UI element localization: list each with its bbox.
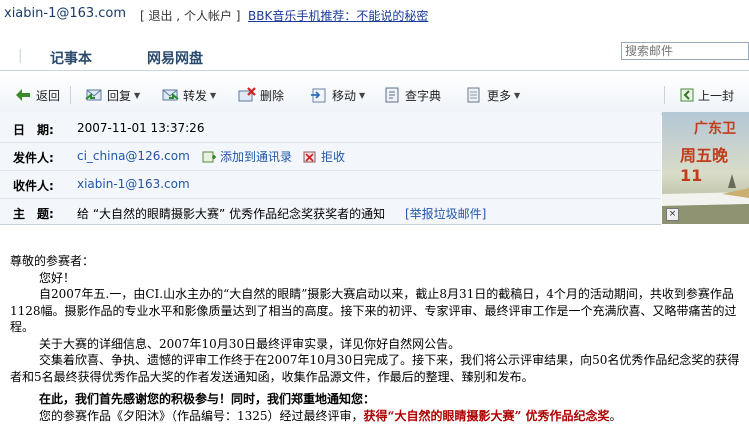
toolbar: 返回 回复 ▼ 转发 ▼ 删除 移动 ▼ 查字典 更多 ▼ 上一封: [0, 74, 749, 115]
toolbar-divider: [70, 86, 71, 104]
date-label: 日 期:: [13, 123, 54, 137]
to-label: 收件人:: [13, 179, 54, 193]
reply-label: 回复: [107, 88, 132, 103]
paragraph-4: 在此，我们首先感谢您的积极参与！同时，我们郑重地通知您：: [39, 392, 376, 406]
chevron-down-icon[interactable]: ▼: [134, 91, 140, 100]
more-button[interactable]: 更多 ▼: [465, 86, 520, 104]
paragraph-1: 自2007年五.一，由CI.山水主办的“大自然的眼睛”摄影大赛启动以来，截止8月…: [10, 287, 737, 334]
back-button[interactable]: 返回: [14, 86, 60, 104]
reply-button[interactable]: 回复 ▼: [85, 86, 140, 104]
reject-icon: [303, 151, 316, 162]
paragraph-3: 交集着欣喜、争执、遗憾的评审工作终于在2007年10月30日完成了。接下来，我们…: [10, 353, 740, 384]
award-text: 获得“大自然的眼睛摄影大赛” 优秀作品纪念奖: [363, 408, 610, 423]
move-button[interactable]: 移动 ▼: [310, 86, 365, 104]
forward-icon: [162, 89, 179, 101]
forward-label: 转发: [183, 88, 208, 103]
chevron-down-icon[interactable]: ▼: [514, 91, 520, 100]
ad-banner[interactable]: 广东卫 周五晚11 ×: [662, 112, 749, 224]
top-bar: xiabin-1@163.com [ 退出 , 个人帐户 ] BBK音乐手机推荐…: [0, 0, 749, 30]
search-input[interactable]: [621, 42, 749, 60]
add-contact-label: 添加到通讯录: [220, 150, 293, 164]
move-icon: [311, 88, 326, 103]
greeting: 尊敬的参赛者：: [10, 254, 95, 268]
add-contact-icon: [202, 151, 216, 162]
chevron-down-icon[interactable]: ▼: [210, 91, 216, 100]
previous-label: 上一封: [698, 88, 735, 103]
add-contact-link[interactable]: 添加到通讯录: [202, 148, 292, 165]
more-label: 更多: [487, 88, 512, 103]
toolbar-divider: [664, 86, 665, 104]
paragraph-5: 您的参赛作品《夕阳沐》（作品编号：1325）经过最终评审，获得“大自然的眼睛摄影…: [10, 408, 745, 425]
subject-row: 主 题: 给 “大自然的眼睛摄影大赛” 优秀作品纪念奖获奖者的通知 [举报垃圾邮…: [0, 198, 661, 226]
dictionary-icon: [385, 87, 399, 103]
from-address[interactable]: ci_china@126.com: [77, 149, 190, 163]
chevron-down-icon[interactable]: ▼: [359, 91, 365, 100]
reply-icon: [85, 89, 102, 101]
forward-button[interactable]: 转发 ▼: [161, 86, 216, 104]
back-label: 返回: [36, 88, 61, 103]
to-row: 收件人: xiabin-1@163.com: [0, 170, 661, 199]
paragraph-2: 关于大赛的详细信息、2007年10月30日最终评审实录，详见你好自然网公告。: [39, 336, 461, 351]
reject-link[interactable]: 拒收: [303, 148, 345, 165]
delete-button[interactable]: 删除: [238, 86, 284, 104]
date-row: 日 期: 2007-11-01 13:37:26: [0, 114, 661, 143]
nav-divider: |: [18, 48, 23, 64]
more-icon: [467, 87, 480, 103]
mail-body: 尊敬的参赛者： 您好！ 自2007年五.一，由CI.山水主办的“大自然的眼睛”摄…: [10, 253, 745, 424]
promo-link[interactable]: BBK音乐手机推荐：不能说的秘密: [248, 7, 428, 24]
ad-line-1: 广东卫: [694, 121, 736, 137]
nav-notebook[interactable]: 记事本: [50, 48, 92, 68]
previous-icon: [680, 88, 694, 102]
from-row: 发件人: ci_china@126.com 添加到通讯录 拒收: [0, 142, 661, 171]
to-address[interactable]: xiabin-1@163.com: [77, 177, 190, 191]
back-arrow-icon: [16, 89, 30, 101]
dictionary-button[interactable]: 查字典: [383, 86, 441, 104]
dictionary-label: 查字典: [405, 88, 442, 103]
subject-value: 给 “大自然的眼睛摄影大赛” 优秀作品纪念奖获奖者的通知: [77, 207, 386, 221]
award-end: 。: [609, 408, 622, 423]
mail-header: 日 期: 2007-11-01 13:37:26 发件人: ci_china@1…: [0, 112, 661, 225]
report-spam-link[interactable]: [举报垃圾邮件]: [405, 205, 486, 222]
delete-label: 删除: [260, 88, 285, 103]
nav-netdisk[interactable]: 网易网盘: [147, 48, 203, 68]
delete-icon: [238, 87, 256, 102]
user-email: xiabin-1@163.com: [4, 6, 127, 21]
account-links[interactable]: [ 退出 , 个人帐户 ]: [140, 7, 240, 24]
previous-mail-button[interactable]: 上一封: [680, 86, 734, 104]
move-label: 移动: [332, 88, 357, 103]
hello-line: 您好！: [39, 270, 76, 285]
subject-label: 主 题:: [13, 207, 54, 221]
from-label: 发件人:: [13, 151, 54, 165]
date-value: 2007-11-01 13:37:26: [77, 121, 205, 135]
reject-label: 拒收: [321, 150, 346, 164]
close-icon[interactable]: ×: [666, 208, 679, 221]
award-intro: 您的参赛作品《夕阳沐》（作品编号：1325）经过最终评审，: [39, 408, 364, 423]
